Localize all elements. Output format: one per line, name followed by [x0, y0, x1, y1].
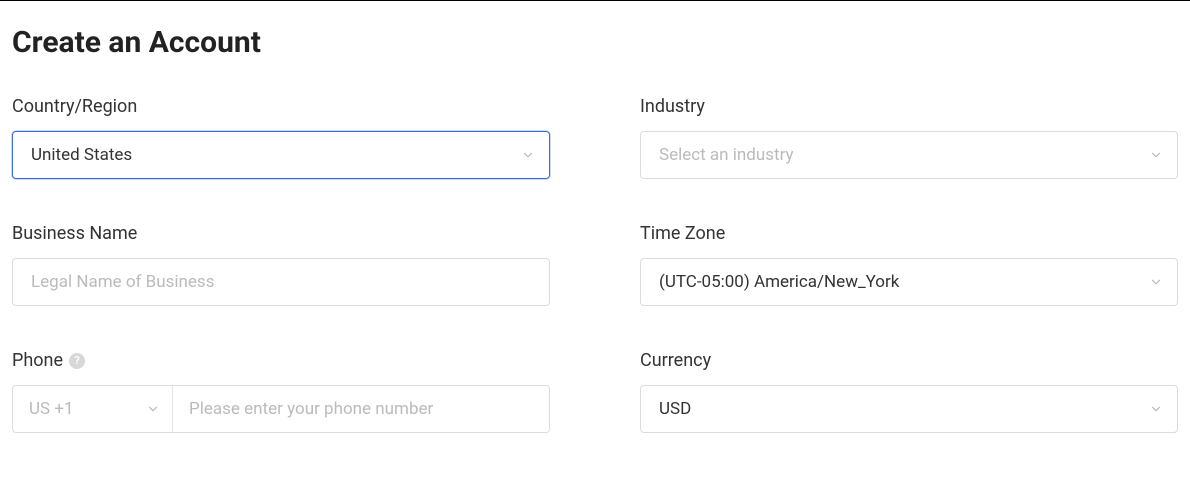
business-name-group: Business Name — [12, 223, 550, 306]
timezone-select[interactable]: (UTC-05:00) America/New_York — [640, 258, 1178, 306]
phone-prefix-select[interactable]: US +1 — [13, 386, 173, 432]
chevron-down-icon — [1149, 275, 1163, 289]
phone-prefix-value: US +1 — [29, 399, 74, 419]
industry-label: Industry — [640, 96, 1178, 117]
timezone-label: Time Zone — [640, 223, 1178, 244]
business-name-label: Business Name — [12, 223, 550, 244]
industry-placeholder: Select an industry — [659, 145, 794, 165]
currency-select[interactable]: USD — [640, 385, 1178, 433]
currency-label: Currency — [640, 350, 1178, 371]
chevron-down-icon — [1149, 148, 1163, 162]
industry-select[interactable]: Select an industry — [640, 131, 1178, 179]
phone-input[interactable] — [173, 386, 549, 432]
phone-label: Phone ? — [12, 350, 550, 371]
currency-group: Currency USD — [640, 350, 1178, 433]
page-title: Create an Account — [12, 25, 1178, 60]
help-icon[interactable]: ? — [69, 353, 85, 369]
currency-value: USD — [659, 399, 691, 419]
country-group: Country/Region United States — [12, 96, 550, 179]
timezone-value: (UTC-05:00) America/New_York — [659, 272, 899, 292]
phone-field: US +1 — [12, 385, 550, 433]
business-name-input[interactable] — [12, 258, 550, 306]
phone-label-text: Phone — [12, 350, 63, 371]
chevron-down-icon — [521, 148, 535, 162]
timezone-group: Time Zone (UTC-05:00) America/New_York — [640, 223, 1178, 306]
chevron-down-icon — [1149, 402, 1163, 416]
country-select[interactable]: United States — [12, 131, 550, 179]
form-grid: Country/Region United States Industry Se… — [12, 96, 1178, 433]
industry-group: Industry Select an industry — [640, 96, 1178, 179]
country-label: Country/Region — [12, 96, 550, 117]
country-value: United States — [31, 145, 132, 165]
chevron-down-icon — [146, 402, 160, 416]
phone-group: Phone ? US +1 — [12, 350, 550, 433]
